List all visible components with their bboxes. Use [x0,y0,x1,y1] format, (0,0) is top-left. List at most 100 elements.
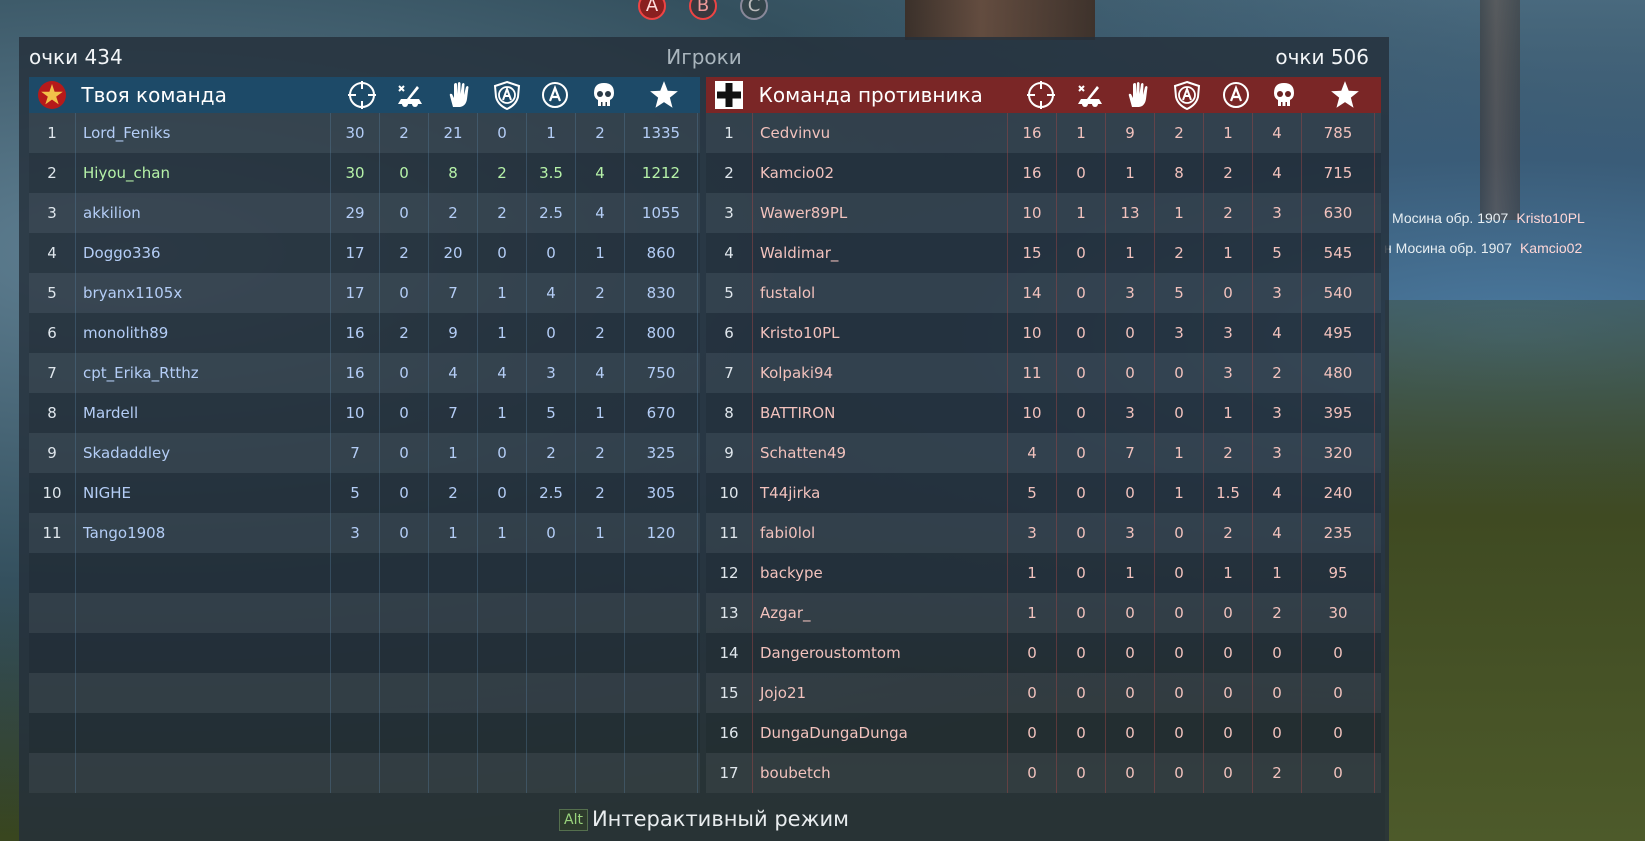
player-row[interactable]: 13 Azgar_ 1 0 0 0 0 2 30 [706,593,1381,633]
player-row[interactable]: 12 backype 1 0 1 0 1 1 95 [706,553,1381,593]
killfeed-entry: н Мосина обр. 1907 Kamcio02 [1384,240,1582,256]
player-captures: 1 [1155,193,1204,233]
player-name: Azgar_ [753,593,1008,633]
player-assists: 20 [429,233,478,273]
player-rank: 10 [29,473,76,513]
player-score: 480 [1302,353,1375,393]
player-score: 305 [625,473,698,513]
player-assists: 2 [429,473,478,513]
player-row[interactable]: 10 NIGHE 5 0 2 0 2.5 2 305 [29,473,700,513]
player-assists: 21 [429,113,478,153]
hand-icon [1114,77,1163,113]
empty-player-slot [29,673,700,713]
player-captures: 2 [478,153,527,193]
player-row[interactable]: 1 Cedvinvu 16 1 9 2 1 4 785 [706,113,1381,153]
empty-cell [625,553,698,593]
player-captures: 3 [1155,313,1204,353]
player-row[interactable]: 16 DungaDungaDunga 0 0 0 0 0 0 0 [706,713,1381,753]
player-row[interactable]: 9 Schatten49 4 0 7 1 2 3 320 [706,433,1381,473]
player-row[interactable]: 11 Tango1908 3 0 1 1 0 1 120 [29,513,700,553]
soviet-star-icon [29,77,75,113]
player-kills: 15 [1008,233,1057,273]
player-captures: 0 [1155,753,1204,793]
player-kills: 17 [331,273,380,313]
player-row[interactable]: 14 Dangeroustomtom 0 0 0 0 0 0 0 [706,633,1381,673]
empty-cell [429,633,478,673]
empty-cell [527,713,576,753]
player-rank: 7 [706,353,753,393]
artillery-icon [1065,77,1114,113]
player-row[interactable]: 1 Lord_Feniks 30 2 21 0 1 2 1335 [29,113,700,153]
player-artillery-kills: 0 [380,433,429,473]
player-objective-points: 2 [1204,513,1253,553]
player-row[interactable]: 2 Hiyou_chan 30 0 8 2 3.5 4 1212 [29,153,700,193]
player-assists: 1 [429,513,478,553]
player-row[interactable]: 2 Kamcio02 16 0 1 8 2 4 715 [706,153,1381,193]
player-row[interactable]: 6 Kristo10PL 10 0 0 3 3 4 495 [706,313,1381,353]
empty-cell [527,593,576,633]
player-deaths: 2 [576,473,625,513]
player-deaths: 2 [576,433,625,473]
player-artillery-kills: 0 [1057,673,1106,713]
player-row[interactable]: 11 fabi0lol 3 0 3 0 2 4 235 [706,513,1381,553]
empty-cell [29,593,76,633]
empty-cell [478,593,527,633]
player-rank: 1 [706,113,753,153]
player-objective-points: 3 [1204,313,1253,353]
player-deaths: 4 [576,193,625,233]
empty-cell [331,673,380,713]
player-row[interactable]: 9 Skadaddley 7 0 1 0 2 2 325 [29,433,700,473]
player-row[interactable]: 5 fustalol 14 0 3 5 0 3 540 [706,273,1381,313]
player-assists: 0 [1106,353,1155,393]
player-score: 0 [1302,633,1375,673]
player-deaths: 3 [1253,273,1302,313]
player-row[interactable]: 4 Doggo336 17 2 20 0 0 1 860 [29,233,700,273]
player-kills: 1 [1008,593,1057,633]
empty-cell [576,553,625,593]
player-objective-points: 0 [1204,273,1253,313]
player-rank: 12 [706,553,753,593]
player-row[interactable]: 7 Kolpaki94 11 0 0 0 3 2 480 [706,353,1381,393]
empty-cell [76,673,331,713]
player-rank: 6 [29,313,76,353]
player-row[interactable]: 8 Mardell 10 0 7 1 5 1 670 [29,393,700,433]
empty-cell [625,633,698,673]
player-score: 860 [625,233,698,273]
player-artillery-kills: 2 [380,113,429,153]
empty-cell [429,593,478,633]
shield-a-icon [1163,77,1212,113]
player-captures: 0 [478,113,527,153]
ally-team-header: Твоя команда [29,77,700,113]
player-deaths: 2 [576,313,625,353]
player-row[interactable]: 7 cpt_Erika_Rtthz 16 0 4 4 3 4 750 [29,353,700,393]
player-row[interactable]: 4 Waldimar_ 15 0 1 2 1 5 545 [706,233,1381,273]
player-objective-points: 2 [1204,433,1253,473]
player-assists: 7 [429,393,478,433]
player-row[interactable]: 15 Jojo21 0 0 0 0 0 0 0 [706,673,1381,713]
player-deaths: 2 [1253,593,1302,633]
skull-icon [1260,77,1309,113]
player-rank: 2 [706,153,753,193]
player-row[interactable]: 17 boubetch 0 0 0 0 0 2 0 [706,753,1381,793]
player-row[interactable]: 3 Wawer89PL 10 1 13 1 2 3 630 [706,193,1381,233]
player-row[interactable]: 10 T44jirka 5 0 0 1 1.5 4 240 [706,473,1381,513]
crosshair-icon [1017,77,1066,113]
empty-cell [576,713,625,753]
player-deaths: 4 [1253,153,1302,193]
player-assists: 9 [1106,113,1155,153]
player-rank: 13 [706,593,753,633]
player-rank: 3 [706,193,753,233]
player-score: 540 [1302,273,1375,313]
player-captures: 4 [478,353,527,393]
player-name: Schatten49 [753,433,1008,473]
player-score: 715 [1302,153,1375,193]
player-objective-points: 3 [527,353,576,393]
player-row[interactable]: 6 monolith89 16 2 9 1 0 2 800 [29,313,700,353]
player-artillery-kills: 0 [1057,593,1106,633]
player-row[interactable]: 5 bryanx1105x 17 0 7 1 4 2 830 [29,273,700,313]
player-objective-points: 3 [1204,353,1253,393]
enemy-score: очки 506 [1275,45,1369,69]
player-row[interactable]: 8 BATTIRON 10 0 3 0 1 3 395 [706,393,1381,433]
player-row[interactable]: 3 akkilion 29 0 2 2 2.5 4 1055 [29,193,700,233]
player-rank: 16 [706,713,753,753]
